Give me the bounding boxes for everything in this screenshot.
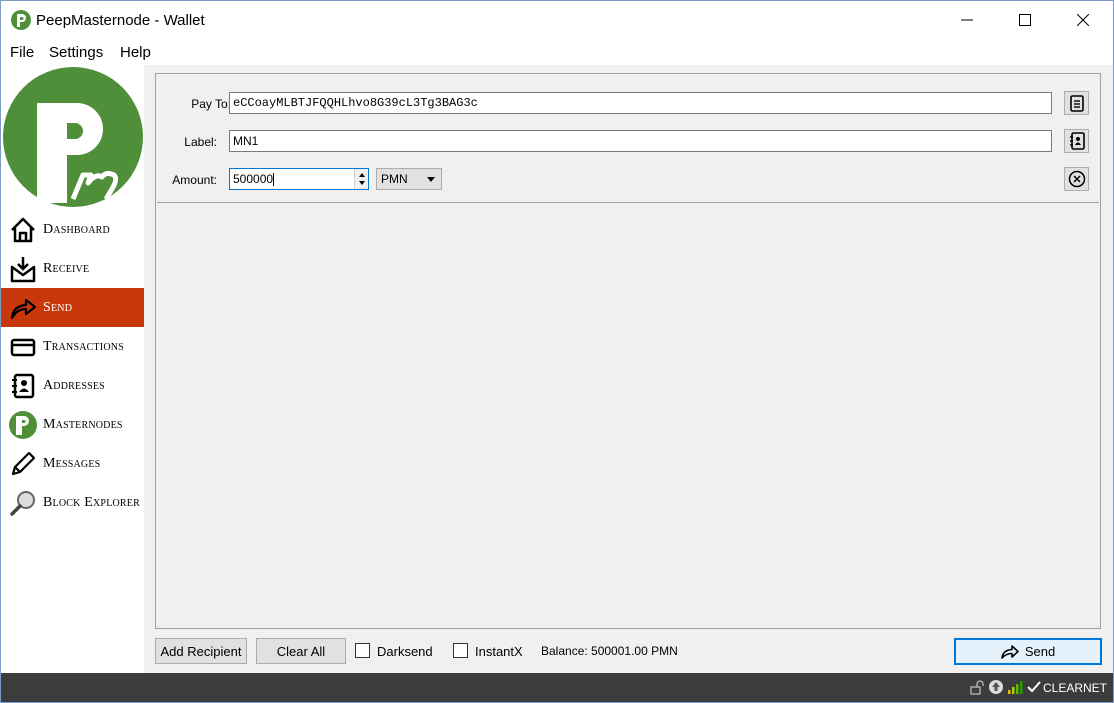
- address-book-icon: [12, 373, 35, 399]
- clipboard-icon: [1069, 95, 1084, 112]
- sidebar-item-label: Dashboard: [43, 222, 110, 237]
- sidebar-item-label: Receive: [43, 261, 90, 276]
- amount-value: 500000: [233, 172, 274, 186]
- send-page: Pay To: eCCoayMLBTJFQQHLhvo8G39cL3Tg3BAG…: [144, 65, 1113, 673]
- amount-spinner[interactable]: [354, 169, 368, 189]
- sidebar-item-label: Send: [43, 300, 73, 315]
- unit-value: PMN: [381, 172, 408, 186]
- close-button[interactable]: [1054, 1, 1112, 39]
- title-bar: PeepMasternode - Wallet: [1, 1, 1113, 39]
- darksend-checkbox[interactable]: [355, 643, 370, 658]
- add-recipient-button[interactable]: Add Recipient: [155, 638, 247, 664]
- recipients-panel: Pay To: eCCoayMLBTJFQQHLhvo8G39cL3Tg3BAG…: [155, 73, 1101, 629]
- address-book-icon: [1069, 132, 1085, 150]
- connections-icon: [1008, 681, 1023, 694]
- sidebar-item-receive[interactable]: Receive: [1, 249, 144, 288]
- synced-check-icon: [1027, 681, 1041, 693]
- send-icon: [1001, 644, 1019, 659]
- sidebar-item-label: Masternodes: [43, 417, 123, 432]
- sidebar-item-messages[interactable]: Messages: [1, 444, 144, 483]
- minimize-icon: [961, 19, 973, 21]
- sidebar-item-transactions[interactable]: Transactions: [1, 327, 144, 366]
- home-icon: [11, 217, 35, 243]
- masternode-logo-icon: [9, 411, 37, 439]
- window-title: PeepMasternode - Wallet: [36, 12, 205, 29]
- instantx-label: InstantX: [475, 644, 523, 659]
- status-bar: CLEARNET: [1, 673, 1113, 702]
- sidebar-item-block-explorer[interactable]: Block Explorer: [1, 483, 144, 522]
- menu-bar: File Settings Help: [1, 39, 1113, 65]
- sync-icon: [989, 680, 1003, 694]
- pay-to-input[interactable]: eCCoayMLBTJFQQHLhvo8G39cL3Tg3BAG3c: [229, 92, 1052, 114]
- sidebar-item-label: Transactions: [43, 339, 124, 354]
- label-input[interactable]: MN1: [229, 130, 1052, 152]
- app-logo-icon: [11, 10, 31, 30]
- receive-icon: [10, 257, 36, 283]
- sidebar-item-label: Block Explorer: [43, 495, 140, 510]
- send-button-label: Send: [1024, 644, 1056, 659]
- spin-up-down-icon: [359, 173, 365, 185]
- card-icon: [10, 338, 36, 357]
- menu-help[interactable]: Help: [120, 44, 151, 61]
- sidebar-item-label: Addresses: [43, 378, 105, 393]
- instantx-checkbox[interactable]: [453, 643, 468, 658]
- lock-open-icon: [970, 680, 984, 695]
- paste-address-button[interactable]: [1064, 91, 1089, 115]
- sidebar: Dashboard Receive Send Transactions Addr…: [1, 65, 144, 673]
- amount-input[interactable]: 500000: [229, 168, 369, 190]
- sidebar-item-addresses[interactable]: Addresses: [1, 366, 144, 405]
- send-button[interactable]: Send: [954, 638, 1102, 665]
- network-status: CLEARNET: [1042, 681, 1107, 695]
- magnifier-icon: [10, 491, 35, 516]
- send-icon: [10, 298, 37, 320]
- clear-all-button[interactable]: Clear All: [256, 638, 346, 664]
- menu-settings[interactable]: Settings: [49, 44, 103, 61]
- darksend-label: Darksend: [377, 644, 433, 659]
- address-book-button[interactable]: [1064, 129, 1089, 153]
- sidebar-item-dashboard[interactable]: Dashboard: [1, 210, 144, 249]
- sidebar-item-label: Messages: [43, 456, 101, 471]
- pay-to-label: Pay To:: [191, 97, 231, 111]
- wallet-window: PeepMasternode - Wallet File Settings He…: [0, 0, 1114, 703]
- remove-circle-icon: [1068, 170, 1085, 188]
- label-label: Label:: [184, 135, 217, 149]
- balance-text: Balance: 500001.00 PMN: [541, 644, 678, 658]
- close-icon: [1077, 14, 1089, 26]
- recipient-entry: Pay To: eCCoayMLBTJFQQHLhvo8G39cL3Tg3BAG…: [157, 75, 1099, 203]
- sidebar-item-send[interactable]: Send: [1, 288, 144, 327]
- pencil-icon: [11, 451, 36, 476]
- sidebar-item-masternodes[interactable]: Masternodes: [1, 405, 144, 444]
- menu-file[interactable]: File: [10, 44, 34, 61]
- unit-select[interactable]: PMN: [376, 168, 442, 190]
- chevron-down-icon: [427, 177, 435, 182]
- remove-recipient-button[interactable]: [1064, 167, 1089, 191]
- amount-label: Amount:: [172, 173, 217, 187]
- maximize-icon: [1019, 14, 1031, 26]
- text-cursor: [273, 173, 275, 187]
- minimize-button[interactable]: [938, 1, 996, 39]
- peepmasternode-logo: [3, 67, 143, 207]
- maximize-button[interactable]: [996, 1, 1054, 39]
